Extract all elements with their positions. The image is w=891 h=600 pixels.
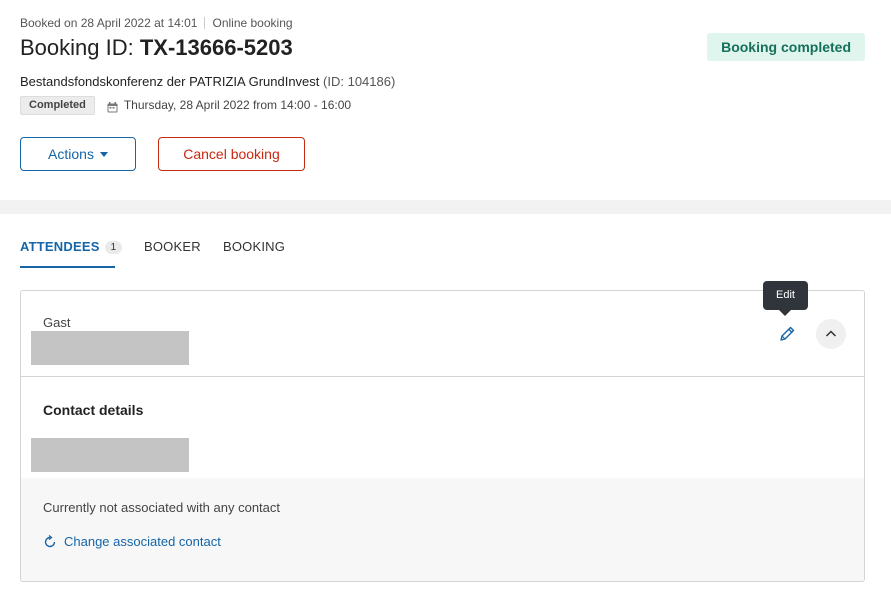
attendee-card: Gast Contact details Currently not assoc… [20,290,865,582]
meta-divider [204,17,206,29]
booking-id: TX-13666-5203 [139,35,293,60]
booking-header: Booked on 28 April 2022 at 14:01 Online b… [0,0,891,200]
tab-attendees-label: ATTENDEES [20,239,100,254]
actions-button[interactable]: Actions [20,137,136,171]
chevron-up-icon [825,330,837,337]
tab-attendees[interactable]: ATTENDEES 1 [20,239,123,254]
redacted-contact-details [31,438,189,472]
title-prefix: Booking ID: [20,35,140,60]
pencil-icon[interactable] [777,324,797,344]
change-associated-contact-link[interactable]: Change associated contact [43,534,221,549]
collapse-button[interactable] [816,319,846,349]
event-name: Bestandsfondskonferenz der PATRIZIA Grun… [20,74,320,89]
booking-state-row: Completed Thursday, 28 April 2022 from 1… [20,95,351,115]
active-tab-indicator [20,266,115,268]
attendee-card-header[interactable]: Gast [21,291,864,377]
redacted-attendee-name [31,331,189,365]
event-line: Bestandsfondskonferenz der PATRIZIA Grun… [20,74,395,89]
association-status: Currently not associated with any contac… [43,500,281,515]
tab-booker[interactable]: BOOKER [144,239,201,254]
actions-label: Actions [48,146,94,162]
booking-date: Thursday, 28 April 2022 from 14:00 - 16:… [123,98,352,112]
cancel-booking-button[interactable]: Cancel booking [158,137,305,171]
attendee-type-label: Gast [43,315,71,330]
contact-details-heading: Contact details [43,402,144,418]
booking-channel: Online booking [212,16,293,30]
booking-meta: Booked on 28 April 2022 at 14:01 Online b… [20,16,293,30]
caret-down-icon [99,152,108,157]
page-title: Booking ID: TX-13666-5203 [20,35,293,61]
attendee-count-badge: 1 [104,241,123,254]
change-link-label: Change associated contact [64,534,221,549]
refresh-icon [44,534,56,547]
edit-tooltip: Edit [763,281,808,316]
status-badge: Booking completed [707,33,865,61]
booked-on-text: Booked on 28 April 2022 at 14:01 [20,16,198,30]
tab-booking[interactable]: BOOKING [223,239,285,254]
event-id: (ID: 104186) [323,74,396,89]
state-pill: Completed [20,95,95,115]
association-section: Currently not associated with any contac… [21,478,864,581]
booking-details-panel: ATTENDEES 1 BOOKER BOOKING Gast Contact d… [0,214,891,600]
calendar-icon [107,100,118,112]
